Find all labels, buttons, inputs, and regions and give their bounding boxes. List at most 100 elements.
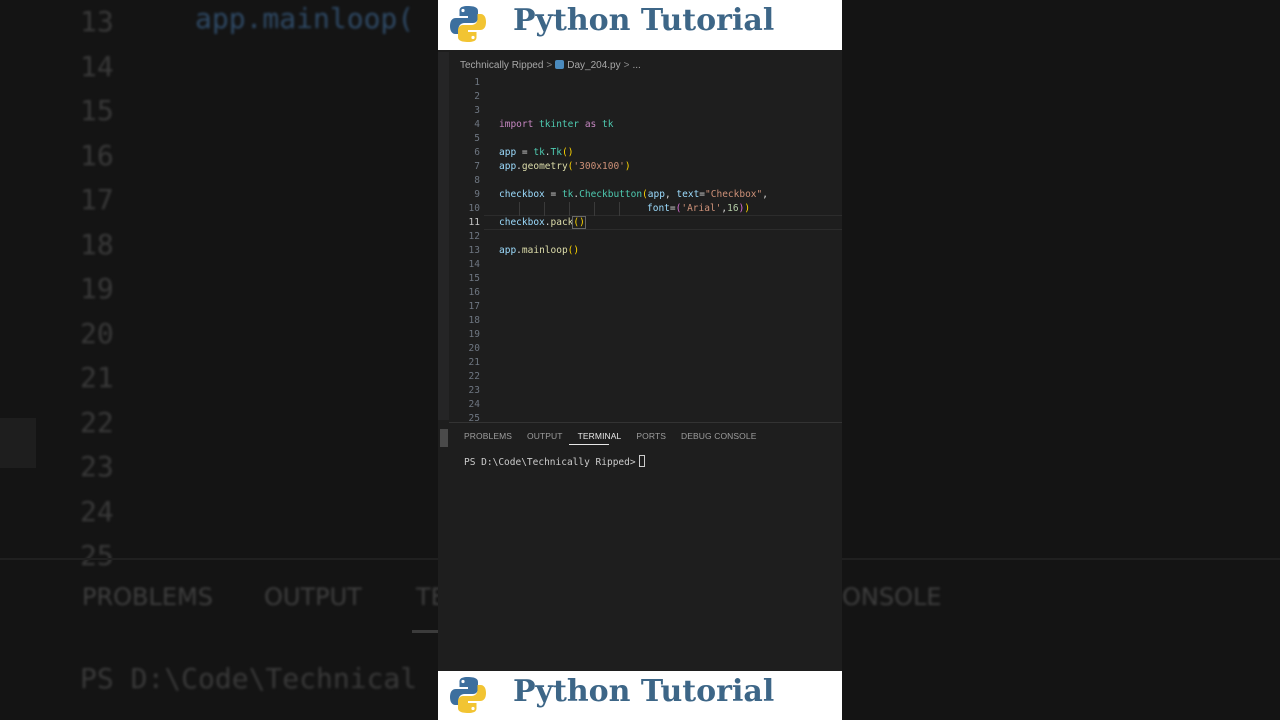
code-line: 9 checkbox = tk.Checkbutton(app, text="Ch… xyxy=(449,188,842,202)
background-left: 13 14 15 16 17 18 19 20 21 22 23 24 25 a… xyxy=(0,0,438,720)
code-token: () xyxy=(561,147,574,158)
code-text: app.geometry('300x100') xyxy=(499,160,631,174)
code-line: 12 xyxy=(449,230,842,244)
code-line: 16 xyxy=(449,286,842,300)
code-token: checkbox xyxy=(499,217,545,228)
code-token: () xyxy=(567,245,580,256)
banner-title: Python Tutorial xyxy=(513,3,775,38)
bg-line-number: 19 xyxy=(80,272,114,305)
code-token: ) xyxy=(744,203,751,214)
code-token: tk xyxy=(596,119,614,130)
code-line: 18 xyxy=(449,314,842,328)
bottom-banner: Python Tutorial xyxy=(438,671,842,720)
code-token: text xyxy=(676,189,700,200)
code-line: 4 import tkinter as tk xyxy=(449,118,842,132)
code-line: 2 xyxy=(449,90,842,104)
line-number: 3 xyxy=(474,105,480,116)
code-line: 25 xyxy=(449,412,842,426)
background-tab-terminal: TE xyxy=(416,583,438,611)
video-center-panel: Python Tutorial Technically Ripped > Day_2… xyxy=(438,0,842,720)
tab-problems[interactable]: PROBLEMS xyxy=(464,431,512,441)
line-number: 11 xyxy=(468,217,480,228)
line-number: 14 xyxy=(468,259,480,270)
line-number: 7 xyxy=(474,161,480,172)
code-line: 8 xyxy=(449,174,842,188)
code-token: '300x100' xyxy=(573,161,625,172)
bg-line-number: 23 xyxy=(80,450,114,483)
tab-output[interactable]: OUTPUT xyxy=(527,431,563,441)
line-number: 10 xyxy=(468,203,480,214)
tab-ports[interactable]: PORTS xyxy=(636,431,666,441)
line-number: 22 xyxy=(468,371,480,382)
code-line: 21 xyxy=(449,356,842,370)
code-text: import tkinter as tk xyxy=(499,118,613,132)
background-divider xyxy=(842,558,1280,560)
bg-line-number: 22 xyxy=(80,405,114,439)
code-token: = xyxy=(544,189,562,200)
code-line: 13 app.mainloop() xyxy=(449,244,842,258)
code-token: tkinter xyxy=(533,119,585,130)
line-number: 5 xyxy=(474,133,480,144)
banner-title: Python Tutorial xyxy=(513,674,775,709)
code-token: ) xyxy=(624,161,631,172)
code-line: 15 xyxy=(449,272,842,286)
code-line: 22 xyxy=(449,370,842,384)
python-logo-icon xyxy=(450,677,486,713)
activity-bar-edge xyxy=(438,52,449,447)
code-line: 1 xyxy=(449,76,842,90)
code-line: 6 app = tk.Tk() xyxy=(449,146,842,160)
breadcrumb-file[interactable]: Day_204.py xyxy=(567,60,620,71)
code-text: font=('Arial',16)) xyxy=(647,202,750,216)
line-number: 16 xyxy=(468,287,480,298)
top-banner: Python Tutorial xyxy=(438,0,842,50)
chevron-right-icon: > xyxy=(546,60,553,71)
background-divider xyxy=(0,558,438,560)
bg-line-number: 15 xyxy=(80,94,114,127)
bg-line-number: 17 xyxy=(80,183,114,216)
code-line: 7 app.geometry('300x100') xyxy=(449,160,842,174)
code-line: 17 xyxy=(449,300,842,314)
background-tab-console: ONSOLE xyxy=(842,583,942,611)
line-number: 9 xyxy=(474,189,480,200)
background-code-line: app.mainloop( xyxy=(195,2,415,35)
code-token: geometry xyxy=(521,161,568,172)
code-token: 'Arial' xyxy=(681,203,722,214)
python-logo-icon xyxy=(450,6,486,42)
line-number: 18 xyxy=(468,315,480,326)
breadcrumb-folder[interactable]: Technically Ripped xyxy=(460,60,543,71)
scrollbar-marker[interactable] xyxy=(440,429,448,447)
code-line: 20 xyxy=(449,342,842,356)
code-token: = xyxy=(516,147,534,158)
breadcrumb: Technically Ripped > Day_204.py >... xyxy=(460,60,641,71)
code-line: 23 xyxy=(449,384,842,398)
code-token: , xyxy=(664,189,677,200)
code-token: Checkbutton xyxy=(579,189,643,200)
background-right: ONSOLE xyxy=(842,0,1280,720)
line-number: 25 xyxy=(468,413,480,424)
code-token: mainloop xyxy=(521,245,568,256)
code-token: "Checkbox" xyxy=(705,189,763,200)
breadcrumb-more[interactable]: ... xyxy=(632,60,640,71)
line-number: 15 xyxy=(468,273,480,284)
code-line: 5 xyxy=(449,132,842,146)
line-number: 20 xyxy=(468,343,480,354)
tab-debug-console[interactable]: DEBUG CONSOLE xyxy=(681,431,756,441)
background-terminal-prompt: PS D:\Code\Technical xyxy=(80,662,418,695)
code-token: app xyxy=(647,189,665,200)
code-text: checkbox.pack() xyxy=(499,216,586,230)
background-line-numbers: 13 14 15 16 17 18 19 20 21 22 23 24 25 xyxy=(80,0,114,579)
code-line: 14 xyxy=(449,258,842,272)
tab-terminal[interactable]: TERMINAL xyxy=(578,431,622,441)
bg-line-number: 16 xyxy=(80,138,114,172)
terminal[interactable]: PS D:\Code\Technically Ripped> xyxy=(464,455,645,468)
code-token: tk xyxy=(533,147,545,158)
line-number: 13 xyxy=(468,245,480,256)
code-token: font xyxy=(647,203,670,214)
panel-divider xyxy=(449,422,842,423)
code-token: app xyxy=(499,245,517,256)
code-editor[interactable]: 1 2 3 4 import tkinter as tk 5 6 app = tk.… xyxy=(449,76,842,424)
line-number: 21 xyxy=(468,357,480,368)
code-token: import xyxy=(499,119,534,130)
code-line: 24 xyxy=(449,398,842,412)
terminal-prompt: PS D:\Code\Technically Ripped> xyxy=(464,457,636,468)
